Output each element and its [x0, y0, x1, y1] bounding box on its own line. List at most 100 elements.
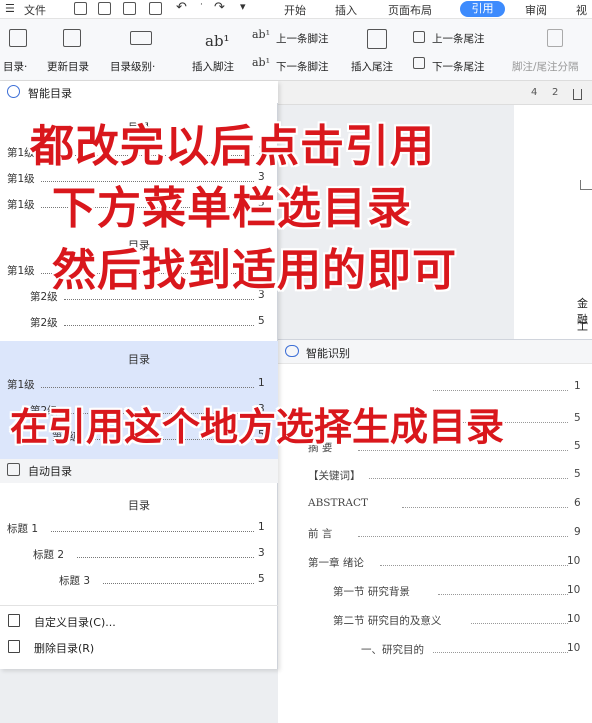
smart-toc-section: 智能目录 [0, 81, 278, 103]
footnote-icon[interactable]: ab¹ [205, 32, 230, 50]
print-preview-icon[interactable] [149, 2, 162, 15]
smart-page-number: 6 [574, 497, 581, 509]
smart-recognition-title: 智能识别 [306, 347, 350, 360]
smart-leader-dots [380, 558, 568, 566]
margin-corner-mark [580, 180, 592, 190]
prev-endnote-button[interactable]: 上一条尾注 [432, 31, 485, 46]
smart-page-number: 5 [574, 468, 581, 480]
smart-recognition-header: 智能识别 [278, 340, 592, 364]
insert-footnote-button[interactable]: 插入脚注 [192, 59, 234, 74]
next-endnote-button[interactable]: 下一条尾注 [432, 59, 485, 74]
toc-entry-text: 标题 1 [7, 523, 39, 535]
toc-icon[interactable] [9, 29, 27, 47]
smart-toc-entry: 第一章 绪论 [308, 557, 364, 569]
prev-footnote-button[interactable]: 上一条脚注 [276, 31, 329, 46]
toc-page-number: 5 [258, 315, 265, 327]
tab-insert[interactable]: 插入 [335, 2, 357, 18]
toc-entry-text: 第2级 [30, 317, 58, 329]
toc-entry-text: 第1级 [7, 199, 35, 211]
update-toc-icon[interactable] [63, 29, 81, 47]
toc-leader-dots [51, 524, 254, 532]
smart-leader-dots [433, 645, 568, 653]
toc-entry-text: 第1级 [7, 379, 35, 391]
tab-page-layout[interactable]: 页面布局 [388, 2, 432, 18]
auto-toc-icon [7, 463, 20, 476]
smart-toc-entry: 【关键词】 [308, 470, 361, 482]
smart-toc-entry: 一、研究目的 [361, 644, 424, 656]
tab-home[interactable]: 开始 [284, 2, 306, 18]
tab-view[interactable]: 视 [576, 2, 587, 18]
toc-page-number: 5 [258, 573, 265, 585]
prev-footnote-icon[interactable]: ab¹ [252, 28, 270, 41]
prev-endnote-icon[interactable] [413, 31, 425, 43]
toc-entry-text: 第1级 [7, 265, 35, 277]
custom-toc-menu-item[interactable]: 自定义目录(C)... [0, 609, 278, 633]
toc-leader-dots [103, 576, 254, 584]
toc-button[interactable]: 目录· [3, 59, 27, 74]
toc-entry-text: 标题 3 [59, 575, 91, 587]
smart-page-number: 10 [567, 642, 581, 654]
delete-toc-menu-item[interactable]: 删除目录(R) [0, 635, 278, 659]
toc-level-icon[interactable] [130, 31, 152, 45]
print-icon[interactable] [123, 2, 136, 15]
toc-leader-dots [77, 550, 254, 558]
tab-references[interactable]: 引用 [460, 1, 505, 17]
smart-toc-entry: ABSTRACT [308, 497, 369, 509]
smart-leader-dots [471, 616, 568, 624]
save-icon[interactable] [74, 2, 87, 15]
overlay-caption-3: 然后找到适用的即可 [52, 245, 457, 296]
next-footnote-icon[interactable]: ab¹ [252, 56, 270, 69]
chevron-down-icon[interactable]: · [200, 0, 203, 10]
toc-leader-dots [64, 318, 254, 326]
smart-toc-entry: 前 言 [308, 528, 333, 540]
hamburger-icon[interactable]: ☰ [5, 2, 15, 15]
smart-toc-entry: 第二节 研究目的及意义 [333, 615, 442, 627]
auto-toc-template[interactable]: 目录 标题 1 1 标题 2 3 标题 3 5 [0, 485, 278, 597]
smart-leader-dots [433, 383, 568, 391]
export-icon[interactable] [98, 2, 111, 15]
divider [0, 605, 278, 606]
indent-marker[interactable] [573, 89, 582, 100]
auto-toc-section: 自动目录 [0, 459, 278, 483]
smart-page-number: 1 [574, 380, 581, 392]
overlay-caption-4: 在引用这个地方选择生成目录 [10, 405, 505, 449]
smart-toc-title: 智能目录 [28, 87, 72, 100]
smart-page-number: 10 [567, 613, 581, 625]
ruler: 4 2 [278, 81, 592, 105]
separator-icon[interactable] [547, 29, 563, 47]
update-toc-button[interactable]: 更新目录 [47, 59, 89, 74]
smart-leader-dots [358, 529, 568, 537]
delete-toc-icon [8, 640, 20, 653]
auto-toc-title: 自动目录 [28, 465, 72, 478]
next-footnote-button[interactable]: 下一条脚注 [276, 59, 329, 74]
next-endnote-icon[interactable] [413, 57, 425, 69]
smart-page-number: 9 [574, 526, 581, 538]
footnote-separator-button[interactable]: 脚注/尾注分隔 [512, 59, 579, 74]
doc-text-line: 工 [577, 320, 588, 333]
toc-leader-dots [41, 380, 254, 388]
chevron-down-icon[interactable]: ▾ [240, 0, 246, 13]
file-menu[interactable]: 文件 [24, 2, 46, 18]
toc-level-button[interactable]: 目录级别· [110, 59, 155, 74]
toc-template-title: 目录 [128, 353, 150, 366]
smart-page-number: 5 [574, 440, 581, 452]
smart-recognition-icon [285, 345, 299, 357]
smart-leader-dots [438, 587, 568, 595]
smart-page-number: 10 [567, 555, 581, 567]
delete-toc-label: 删除目录(R) [34, 642, 95, 655]
ruler-mark-4: 4 [531, 87, 538, 98]
smart-page-number: 10 [567, 584, 581, 596]
endnote-icon[interactable] [367, 29, 387, 49]
redo-icon[interactable]: ↷ [214, 0, 225, 15]
smart-leader-dots [402, 500, 568, 508]
insert-endnote-button[interactable]: 插入尾注 [351, 59, 393, 74]
menu-bar: ☰ 文件 ↶ · ↷ ▾ 开始 插入 页面布局 引用 审阅 视 [0, 0, 592, 19]
toc-entry-text: 标题 2 [33, 549, 65, 561]
ruler-mark-2: 2 [552, 87, 559, 98]
toc-template-title: 目录 [128, 499, 150, 512]
toc-page-number: 1 [258, 377, 265, 389]
smart-page-number: 5 [574, 412, 581, 424]
custom-toc-icon [8, 614, 20, 627]
undo-icon[interactable]: ↶ [176, 0, 187, 15]
tab-review[interactable]: 审阅 [525, 2, 547, 18]
